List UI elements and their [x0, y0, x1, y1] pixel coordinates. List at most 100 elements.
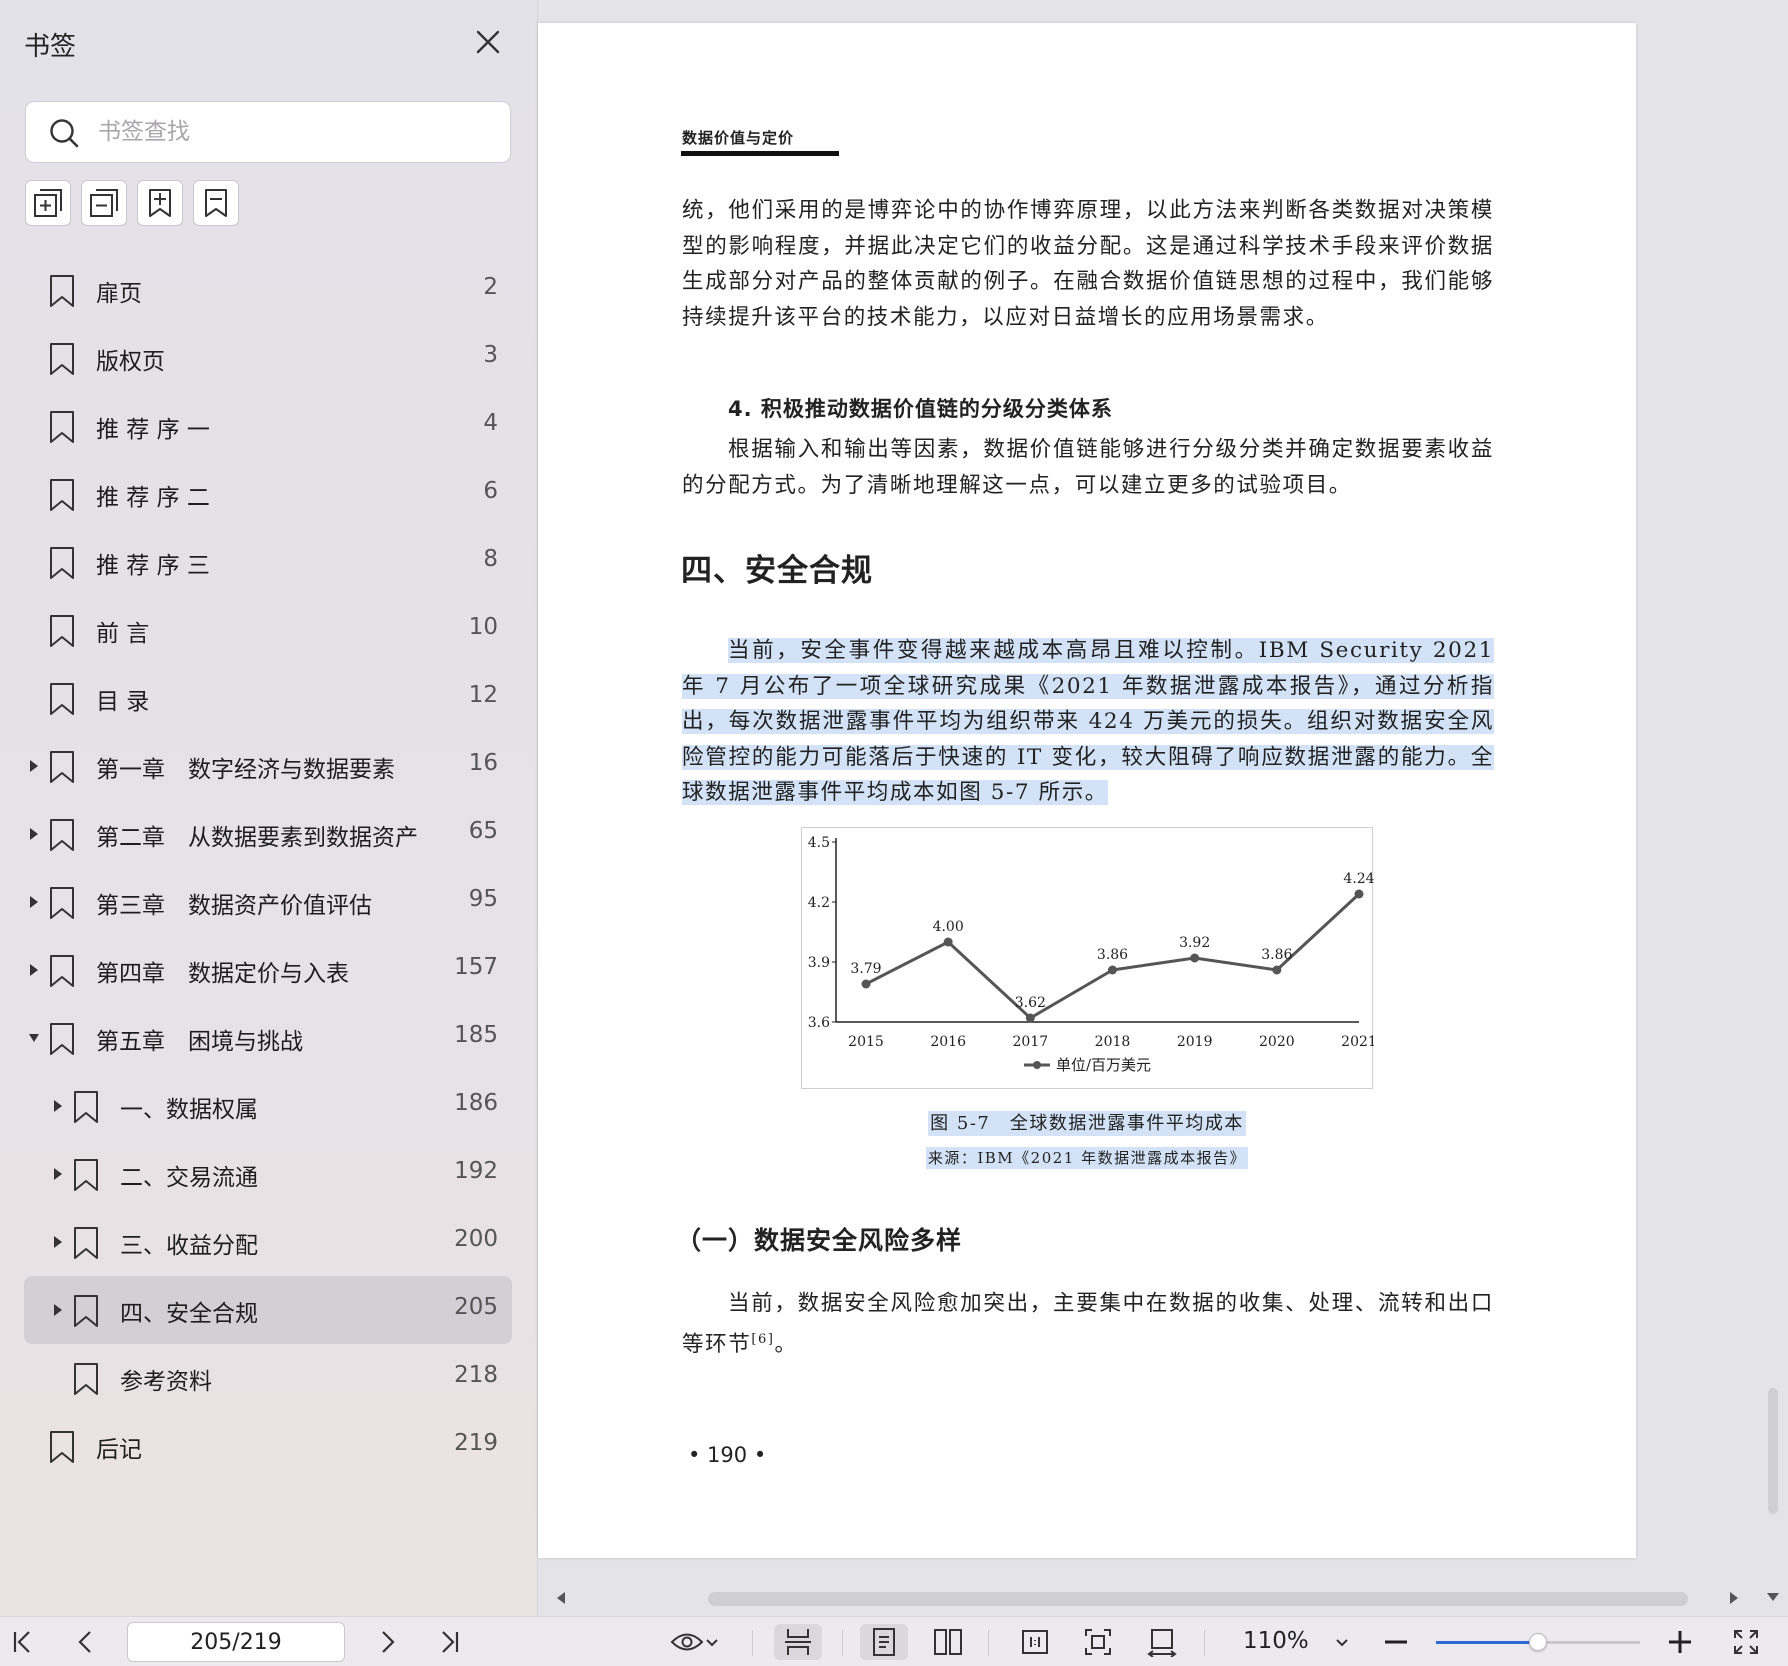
x-tick-label: 2017 [1013, 1034, 1049, 1050]
actual-size-button[interactable] [1011, 1624, 1059, 1660]
x-tick-label: 2016 [930, 1034, 966, 1050]
bookmark-item[interactable]: 二、交易流通 192 [24, 1140, 512, 1208]
last-page-button[interactable] [434, 1624, 466, 1660]
bookmark-search-box[interactable] [25, 101, 511, 163]
caret-down-icon[interactable] [28, 1031, 40, 1045]
caret-right-icon[interactable] [28, 895, 40, 909]
citation-ref[interactable]: [6] [751, 1332, 774, 1347]
bookmark-label: 第二章 从数据要素到数据资产 [96, 825, 418, 851]
vertical-scrollbar-thumb[interactable] [1768, 1388, 1778, 1514]
remove-bookmark-button[interactable] [193, 180, 239, 226]
paragraph-4-text: 当前，数据安全风险愈加突出，主要集中在数据的收集、处理、流转和出口等环节 [682, 1291, 1494, 1357]
legend-label: 单位/百万美元 [1056, 1056, 1151, 1074]
continuous-scroll-button[interactable] [774, 1624, 822, 1660]
caret-right-icon[interactable] [52, 1235, 64, 1249]
figure-source-text[interactable]: 来源：IBM《2021 年数据泄露成本报告》 [925, 1147, 1249, 1169]
bookmark-item[interactable]: 推 荐 序 三 8 [24, 528, 512, 596]
bookmark-list: 扉页 2 版权页 3 推 荐 序 一 4 推 荐 序 二 6 推 荐 序 三 8 前 言 10 目 录 1… [24, 256, 512, 1480]
caret-right-icon[interactable] [28, 963, 40, 977]
bookmark-icon [50, 343, 74, 375]
page-number-input[interactable] [127, 1622, 345, 1662]
expand-all-icon [34, 189, 62, 217]
zoom-in-button[interactable] [1664, 1624, 1696, 1660]
subheading-4: 4. 积极推动数据价值链的分级分类体系 [728, 397, 1113, 421]
bookmark-page-number: 4 [483, 410, 498, 436]
bookmark-item[interactable]: 版权页 3 [24, 324, 512, 392]
zoom-out-button[interactable] [1380, 1624, 1412, 1660]
scroll-down-icon[interactable] [1766, 1591, 1780, 1603]
fit-page-button[interactable] [1074, 1624, 1122, 1660]
two-page-button[interactable] [924, 1624, 972, 1660]
caret-right-icon[interactable] [52, 1167, 64, 1181]
bookmark-icon [50, 615, 74, 647]
bookmark-icon [74, 1159, 98, 1191]
bookmark-item[interactable]: 第一章 数字经济与数据要素 16 [24, 732, 512, 800]
data-label: 3.86 [1261, 947, 1292, 963]
bookmark-item[interactable]: 三、收益分配 200 [24, 1208, 512, 1276]
bookmark-label: 第五章 困境与挑战 [96, 1029, 303, 1055]
bookmark-item[interactable]: 一、数据权属 186 [24, 1072, 512, 1140]
single-page-button[interactable] [860, 1624, 908, 1660]
figure-caption-text[interactable]: 图 5-7 全球数据泄露事件平均成本 [928, 1111, 1246, 1136]
bookmark-label: 版权页 [96, 349, 165, 375]
bookmark-icon [50, 887, 74, 919]
bookmark-label: 二、交易流通 [120, 1165, 258, 1191]
view-mode-dropdown[interactable] [664, 1624, 726, 1660]
data-point [1025, 1013, 1035, 1023]
caret-right-icon[interactable] [52, 1099, 64, 1113]
bookmark-label: 目 录 [96, 689, 150, 715]
close-icon[interactable] [472, 26, 504, 58]
data-label: 3.86 [1097, 947, 1128, 963]
two-page-icon [934, 1629, 962, 1655]
bookmark-icon [50, 479, 74, 511]
toolbar-divider [842, 1630, 843, 1656]
fullscreen-button[interactable] [1728, 1624, 1764, 1660]
bookmark-label: 第三章 数据资产价值评估 [96, 893, 372, 919]
bookmark-label: 后记 [96, 1437, 142, 1463]
data-label: 4.00 [933, 919, 964, 935]
bookmark-label: 推 荐 序 一 [96, 417, 210, 443]
bookmark-item[interactable]: 目 录 12 [24, 664, 512, 732]
next-page-button[interactable] [371, 1624, 403, 1660]
paragraph-3-selected[interactable]: 当前，安全事件变得越来越成本高昂且难以控制。IBM Security 2021 … [682, 633, 1494, 811]
zoom-slider-handle[interactable] [1529, 1633, 1547, 1651]
document-page: 数据价值与定价 统，他们采用的是博弈论中的协作博弈原理，以此方法来判断各类数据对… [538, 23, 1636, 1558]
bookmark-item[interactable]: 第四章 数据定价与入表 157 [24, 936, 512, 1004]
bookmark-page-number: 218 [454, 1362, 498, 1388]
horizontal-scrollbar-thumb[interactable] [708, 1592, 1688, 1606]
bookmark-item[interactable]: 第五章 困境与挑战 185 [24, 1004, 512, 1072]
bookmark-item[interactable]: 第二章 从数据要素到数据资产 65 [24, 800, 512, 868]
caret-right-icon[interactable] [52, 1303, 64, 1317]
first-page-button[interactable] [6, 1624, 38, 1660]
bookmark-item[interactable]: 第三章 数据资产价值评估 95 [24, 868, 512, 936]
caret-right-icon[interactable] [28, 759, 40, 773]
scroll-left-icon[interactable] [555, 1591, 567, 1605]
collapse-all-button[interactable] [81, 180, 127, 226]
expand-all-button[interactable] [25, 180, 71, 226]
bookmark-item[interactable]: 推 荐 序 一 4 [24, 392, 512, 460]
scroll-right-icon[interactable] [1728, 1591, 1740, 1605]
bookmark-page-number: 8 [483, 546, 498, 572]
y-tick-label: 4.2 [808, 895, 830, 911]
subsection-heading: （一）数据安全风险多样 [676, 1226, 963, 1255]
add-bookmark-button[interactable] [137, 180, 183, 226]
data-label: 3.62 [1015, 995, 1046, 1011]
bookmark-icon [74, 1227, 98, 1259]
caret-right-icon[interactable] [28, 827, 40, 841]
previous-page-button[interactable] [70, 1624, 102, 1660]
bookmark-search-input[interactable] [98, 112, 498, 152]
bookmark-item[interactable]: 参考资料 218 [24, 1344, 512, 1412]
bookmark-item[interactable]: 推 荐 序 二 6 [24, 460, 512, 528]
x-tick-label: 2021 [1341, 1034, 1374, 1050]
bookmark-item[interactable]: 四、安全合规 205 [24, 1276, 512, 1344]
zoom-level[interactable]: 110% [1243, 1628, 1309, 1654]
zoom-dropdown-button[interactable] [1330, 1624, 1354, 1660]
fit-width-button[interactable] [1138, 1624, 1186, 1660]
bookmark-page-number: 185 [454, 1022, 498, 1048]
data-point [1354, 889, 1364, 899]
bookmark-item[interactable]: 扉页 2 [24, 256, 512, 324]
selected-text[interactable]: 当前，安全事件变得越来越成本高昂且难以控制。IBM Security 2021 … [682, 638, 1494, 805]
bookmark-item[interactable]: 后记 219 [24, 1412, 512, 1480]
bookmark-label: 推 荐 序 二 [96, 485, 210, 511]
bookmark-item[interactable]: 前 言 10 [24, 596, 512, 664]
